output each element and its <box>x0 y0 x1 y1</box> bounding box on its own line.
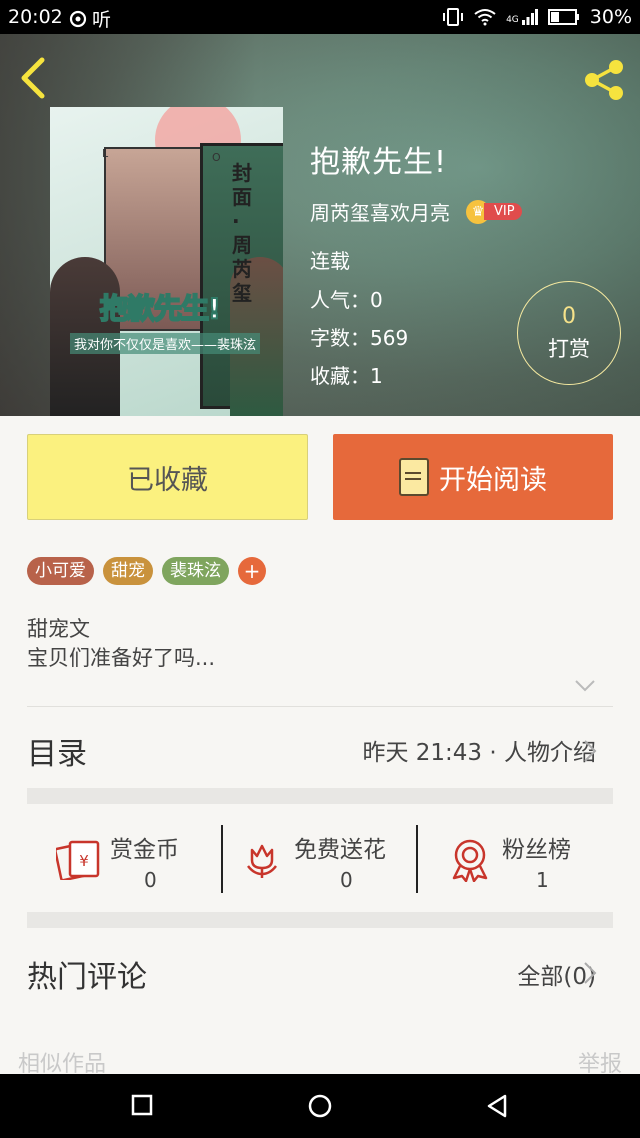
flower-icon <box>247 844 277 878</box>
battery-percent: 30% <box>589 6 632 28</box>
home-icon[interactable] <box>307 1093 333 1119</box>
vip-label: VIP <box>484 203 522 220</box>
reward-count: 0 <box>562 304 576 329</box>
chevron-left-icon <box>21 57 45 99</box>
reward-button[interactable]: 0 打赏 <box>517 281 621 385</box>
free-flower-value: 0 <box>340 868 353 892</box>
cover-vertical-text: 封面·周芮玺 <box>232 161 252 305</box>
vibrate-icon <box>443 8 464 26</box>
battery-icon <box>547 9 579 25</box>
book-header: L O 封面·周芮玺 抱歉先生! 我对你不仅仅是喜欢——裴珠泫 抱歉先生! 周芮… <box>0 34 640 416</box>
status-right: 4G 30% <box>442 6 632 28</box>
chevron-down-icon <box>575 680 595 692</box>
description-line: 甜宠文 <box>27 617 90 641</box>
reward-label: 打赏 <box>548 337 590 361</box>
collected-button[interactable]: 已收藏 <box>27 434 308 520</box>
listen-indicator: 听 <box>68 5 111 32</box>
section-separator <box>27 912 613 928</box>
system-nav-bar <box>0 1074 640 1138</box>
radio-icon <box>69 10 87 27</box>
popularity: 人气：0 <box>310 288 383 312</box>
description-line: 宝贝们准备好了吗... <box>27 646 216 670</box>
fan-ranking-stat[interactable]: 粉丝榜 1 <box>450 826 590 896</box>
status-time: 20:02 <box>8 6 63 28</box>
toc-latest-chapter: 昨天 21:43 · 人物介绍 <box>362 740 596 766</box>
coin-reward-value: 0 <box>144 868 157 892</box>
recent-apps-icon[interactable] <box>131 1094 153 1116</box>
add-tag-button[interactable]: + <box>238 557 266 585</box>
start-reading-button[interactable]: 开始阅读 <box>333 434 613 520</box>
red-envelope-icon: ¥ <box>56 840 100 880</box>
word-count: 字数：569 <box>310 326 409 350</box>
expand-description-button[interactable] <box>574 678 596 697</box>
signal-icon: 4G <box>506 9 538 25</box>
vip-badge: ♛ VIP <box>466 199 522 224</box>
fan-ranking-label: 粉丝榜 <box>502 837 571 863</box>
status-bar: 20:02 听 4G 30% <box>0 0 640 34</box>
cover-subtitle: 我对你不仅仅是喜欢——裴珠泫 <box>70 333 261 354</box>
svg-text:¥: ¥ <box>79 852 89 870</box>
book-title: 抱歉先生! <box>310 145 448 180</box>
toc-label: 目录 <box>27 737 87 772</box>
section-separator <box>27 788 613 804</box>
cover-title: 抱歉先生! <box>99 291 222 326</box>
free-flower-stat[interactable]: 免费送花 0 <box>244 826 414 896</box>
wifi-icon <box>474 9 496 26</box>
listen-label: 听 <box>92 9 112 31</box>
favorites-count: 收藏：1 <box>310 364 383 388</box>
share-icon <box>585 60 623 100</box>
hot-comments-label: 热门评论 <box>27 960 147 995</box>
divider <box>27 706 613 707</box>
author-row: 周芮玺喜欢月亮 ♛ VIP <box>310 197 522 226</box>
back-nav-icon[interactable] <box>486 1094 508 1118</box>
chevron-right-icon <box>584 740 597 762</box>
book-icon <box>399 458 429 496</box>
author-name[interactable]: 周芮玺喜欢月亮 <box>310 197 450 226</box>
tag-list: 小可爱 甜宠 裴珠泫 + <box>27 557 266 585</box>
back-button[interactable] <box>16 56 52 100</box>
tag-item[interactable]: 小可爱 <box>27 557 94 585</box>
tag-item[interactable]: 裴珠泫 <box>162 557 229 585</box>
coin-reward-label: 赏金币 <box>110 837 179 863</box>
stat-divider <box>416 825 418 893</box>
cover-letter-l: L <box>102 147 109 160</box>
collected-label: 已收藏 <box>127 464 208 496</box>
stat-divider <box>221 825 223 893</box>
book-description: 甜宠文 宝贝们准备好了吗... <box>27 615 215 673</box>
tag-item[interactable]: 甜宠 <box>103 557 153 585</box>
start-reading-label: 开始阅读 <box>439 464 547 496</box>
medal-icon <box>452 839 488 882</box>
free-flower-label: 免费送花 <box>294 837 386 863</box>
network-type: 4G <box>506 15 519 25</box>
cover-letter-o: O <box>212 151 221 164</box>
book-cover[interactable]: L O 封面·周芮玺 抱歉先生! 我对你不仅仅是喜欢——裴珠泫 <box>50 107 283 416</box>
share-button[interactable] <box>580 56 628 104</box>
chevron-right-icon <box>584 962 597 984</box>
coin-reward-stat[interactable]: ¥ 赏金币 0 <box>56 826 216 896</box>
serial-status: 连载 <box>310 249 350 273</box>
fan-ranking-value: 1 <box>536 868 549 892</box>
